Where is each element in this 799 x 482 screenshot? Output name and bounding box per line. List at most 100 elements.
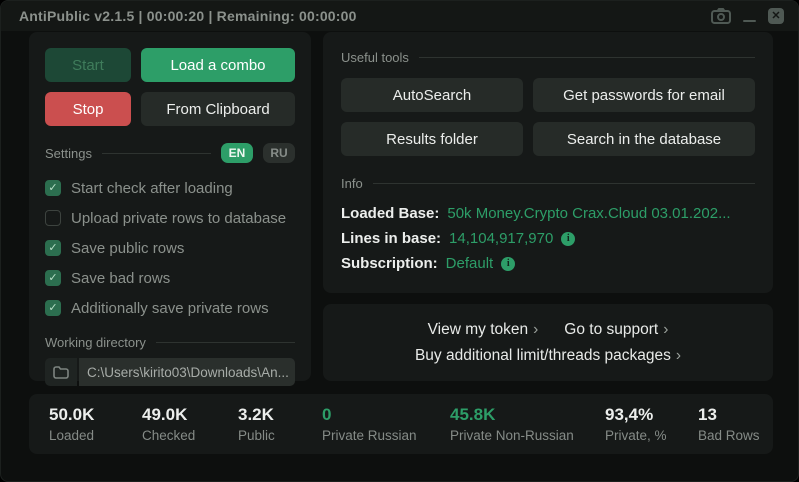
search-database-button[interactable]: Search in the database	[533, 122, 755, 156]
buy-packages-link[interactable]: Buy additional limit/threads packages ›	[415, 347, 681, 365]
settings-checkbox-list: ✓ Start check after loading ✓ Upload pri…	[45, 173, 295, 323]
window-title: AntiPublic v2.1.5 | 00:00:20 | Remaining…	[19, 8, 357, 24]
divider	[372, 183, 755, 184]
useful-tools-header: Useful tools	[341, 50, 755, 65]
settings-checkbox-row[interactable]: ✓ Additionally save private rows	[45, 293, 295, 323]
subscription-value: Default	[445, 255, 494, 272]
lines-in-base-value: 14,104,917,970	[449, 230, 554, 247]
screenshot-camera-icon[interactable]	[711, 8, 731, 24]
stat-loaded: 50.0K Loaded	[49, 405, 94, 443]
control-panel: Start Load a combo Stop From Clipboard S…	[29, 32, 311, 386]
stat-value: 3.2K	[238, 405, 274, 424]
stat-private-non-russian: 45.8K Private Non-Russian	[450, 405, 574, 443]
useful-tools-label: Useful tools	[341, 50, 409, 65]
checkbox-label: Save public rows	[71, 239, 185, 257]
folder-icon	[53, 365, 69, 379]
browse-folder-button[interactable]	[45, 358, 77, 386]
chevron-right-icon: ›	[663, 320, 669, 338]
chevron-right-icon: ›	[533, 320, 539, 338]
app-window: AntiPublic v2.1.5 | 00:00:20 | Remaining…	[0, 0, 799, 482]
loaded-base-row: Loaded Base: 50k Money.Crypto Crax.Cloud…	[341, 201, 755, 226]
stats-bar: 50.0K Loaded 49.0K Checked 3.2K Public 0…	[29, 394, 773, 454]
stat-label: Private Russian	[322, 428, 417, 443]
minimize-button[interactable]	[743, 20, 756, 22]
go-to-support-link[interactable]: Go to support ›	[564, 321, 668, 339]
subscription-label: Subscription:	[341, 255, 438, 272]
divider	[101, 152, 211, 154]
loaded-base-label: Loaded Base:	[341, 205, 440, 222]
link-label: View my token	[427, 320, 529, 338]
checkbox-label: Additionally save private rows	[71, 299, 269, 317]
stat-value: 45.8K	[450, 405, 496, 424]
working-directory-label: Working directory	[45, 335, 146, 350]
stat-label: Private, %	[605, 428, 667, 443]
checkbox-icon[interactable]: ✓	[45, 240, 61, 256]
settings-checkbox-row[interactable]: ✓ Upload private rows to database	[45, 203, 295, 233]
working-directory-path[interactable]: C:\Users\kirito03\Downloads\An...	[79, 358, 295, 386]
info-label: Info	[341, 176, 363, 191]
lines-in-base-row: Lines in base: 14,104,917,970 i	[341, 226, 755, 251]
stat-value: 50.0K	[49, 405, 95, 424]
settings-checkbox-row[interactable]: ✓ Start check after loading	[45, 173, 295, 203]
stop-button[interactable]: Stop	[45, 92, 131, 126]
language-pill[interactable]: RU	[263, 143, 295, 163]
stat-value: 13	[698, 405, 717, 424]
stat-private-russian: 0 Private Russian	[322, 405, 417, 443]
window-controls: ✕	[711, 8, 784, 24]
divider	[418, 57, 755, 58]
lines-in-base-label: Lines in base:	[341, 230, 442, 247]
info-header: Info	[341, 176, 755, 191]
stat-label: Loaded	[49, 428, 95, 443]
title-bar: AntiPublic v2.1.5 | 00:00:20 | Remaining…	[1, 1, 798, 31]
settings-label: Settings	[45, 145, 92, 161]
stat-checked: 49.0K Checked	[142, 405, 195, 443]
stat-label: Bad Rows	[698, 428, 760, 443]
start-button[interactable]: Start	[45, 48, 131, 82]
settings-header: Settings EN RU	[45, 143, 295, 163]
checkbox-icon[interactable]: ✓	[45, 210, 61, 226]
checkbox-label: Upload private rows to database	[71, 209, 287, 227]
stat-label: Public	[238, 428, 275, 443]
run-buttons: Start Load a combo Stop From Clipboard	[45, 48, 295, 126]
working-directory-header: Working directory	[45, 335, 295, 350]
links-line-2: Buy additional limit/threads packages ›	[415, 347, 681, 365]
links-line-1: View my token › Go to support ›	[428, 321, 669, 339]
stat-value: 93,4%	[605, 405, 654, 424]
info-rows: Loaded Base: 50k Money.Crypto Crax.Cloud…	[341, 201, 755, 276]
language-pill[interactable]: EN	[221, 143, 253, 163]
stat-public: 3.2K Public	[238, 405, 275, 443]
tools-info-panel: Useful tools AutoSearch Get passwords fo…	[323, 32, 773, 293]
checkbox-label: Start check after loading	[71, 179, 233, 197]
load-combo-button[interactable]: Load a combo	[141, 48, 295, 82]
get-passwords-button[interactable]: Get passwords for email	[533, 78, 755, 112]
link-label: Buy additional limit/threads packages	[414, 346, 671, 364]
checkbox-icon[interactable]: ✓	[45, 180, 61, 196]
autosearch-button[interactable]: AutoSearch	[341, 78, 523, 112]
useful-tools-grid: AutoSearch Get passwords for email Resul…	[341, 78, 755, 156]
stat-label: Checked	[142, 428, 196, 443]
close-button[interactable]: ✕	[768, 8, 784, 24]
settings-checkbox-row[interactable]: ✓ Save bad rows	[45, 263, 295, 293]
settings-checkbox-row[interactable]: ✓ Save public rows	[45, 233, 295, 263]
divider	[155, 342, 295, 343]
links-panel: View my token › Go to support › Buy additi…	[323, 304, 773, 381]
chevron-right-icon: ›	[675, 346, 682, 364]
loaded-base-value: 50k Money.Crypto Crax.Cloud 03.01.202...	[447, 205, 731, 222]
results-folder-button[interactable]: Results folder	[341, 122, 523, 156]
close-icon: ✕	[771, 9, 781, 22]
stat-bad-rows: 13 Bad Rows	[698, 405, 760, 443]
working-directory-row: C:\Users\kirito03\Downloads\An...	[45, 358, 295, 386]
stat-value: 0	[322, 405, 332, 424]
subscription-row: Subscription: Default i	[341, 251, 755, 276]
checkbox-icon[interactable]: ✓	[45, 300, 61, 316]
stat-value: 49.0K	[142, 405, 188, 424]
info-circle-icon[interactable]: i	[561, 231, 576, 246]
info-circle-icon[interactable]: i	[501, 256, 516, 271]
stat-label: Private Non-Russian	[450, 428, 574, 443]
from-clipboard-button[interactable]: From Clipboard	[141, 92, 295, 126]
stat-private-percent: 93,4% Private, %	[605, 405, 667, 443]
view-token-link[interactable]: View my token ›	[428, 321, 539, 339]
checkbox-icon[interactable]: ✓	[45, 270, 61, 286]
checkbox-label: Save bad rows	[71, 269, 171, 287]
link-label: Go to support	[564, 320, 659, 338]
